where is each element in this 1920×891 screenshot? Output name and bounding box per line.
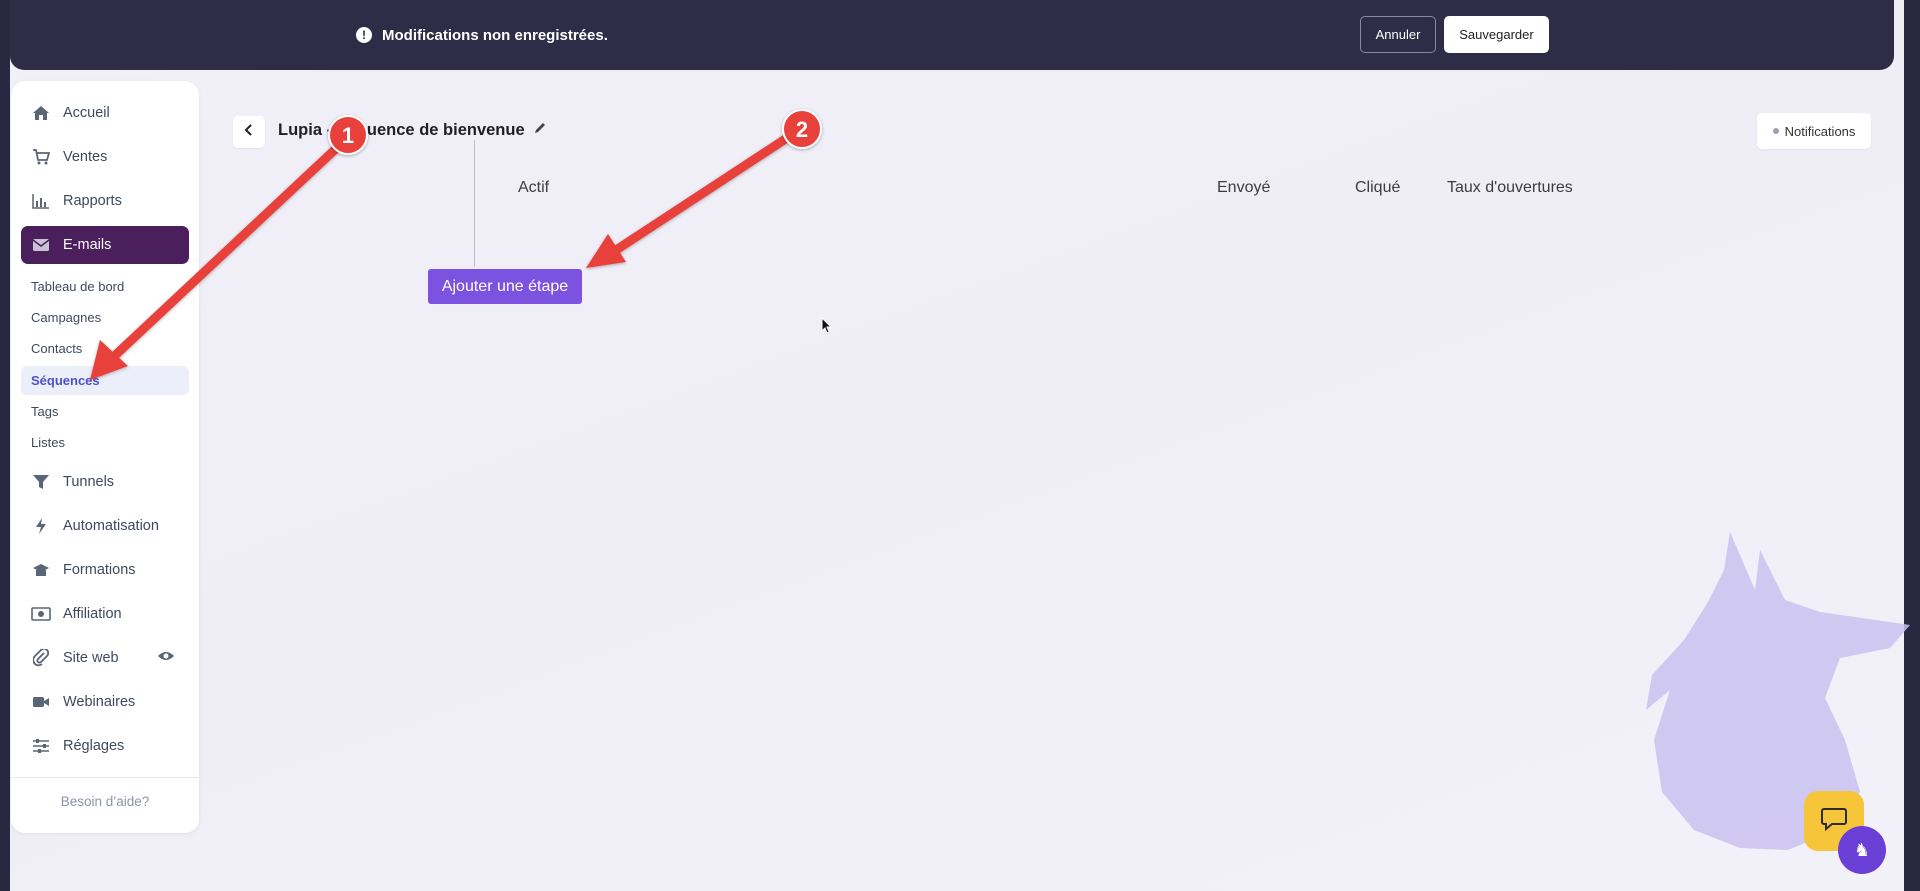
arrow-2 bbox=[586, 127, 801, 268]
step-badge-1-label: 1 bbox=[342, 123, 354, 148]
step-badge-2: 2 bbox=[782, 109, 822, 149]
arrow-1 bbox=[90, 137, 348, 380]
step-badge-2-label: 2 bbox=[796, 117, 808, 142]
step-badge-1: 1 bbox=[328, 115, 368, 155]
tutorial-annotations: 1 2 bbox=[90, 109, 822, 380]
